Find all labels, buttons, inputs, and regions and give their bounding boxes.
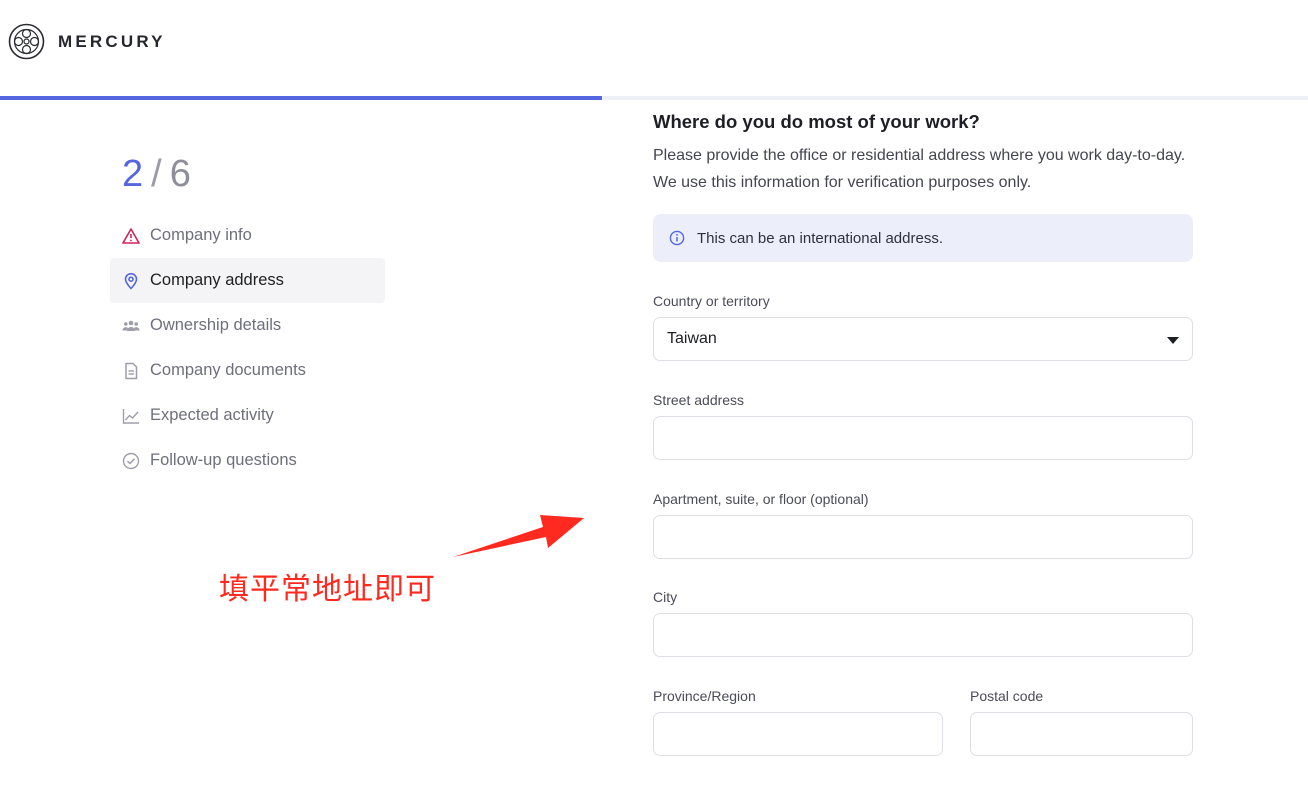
step-expected-activity[interactable]: Expected activity: [110, 393, 385, 438]
street-label: Street address: [653, 392, 745, 408]
step-label: Expected activity: [150, 406, 274, 424]
info-banner-text: This can be an international address.: [697, 229, 943, 247]
postal-code-input[interactable]: [970, 712, 1193, 756]
annotation-arrow-icon: [453, 515, 584, 557]
country-select-value: Taiwan: [667, 330, 717, 347]
form-description: Please provide the office or residential…: [653, 147, 1186, 191]
step-label: Follow-up questions: [150, 451, 297, 469]
step-label: Company documents: [150, 361, 306, 379]
street-address-input[interactable]: [653, 416, 1193, 460]
step-follow-up-questions[interactable]: Follow-up questions: [110, 438, 385, 483]
apartment-input[interactable]: [653, 515, 1193, 559]
info-banner: This can be an international address.: [653, 214, 1193, 262]
step-label: Company info: [150, 226, 252, 244]
check-circle-icon: [122, 452, 140, 470]
form-title: Where do you do most of your work?: [653, 111, 980, 132]
postal-code-label: Postal code: [970, 688, 1044, 704]
apartment-label: Apartment, suite, or floor (optional): [653, 491, 869, 507]
country-label: Country or territory: [653, 293, 770, 309]
document-icon: [122, 362, 140, 380]
people-icon: [122, 317, 140, 335]
step-label: Ownership details: [150, 316, 282, 334]
brand-logo[interactable]: MERCURY: [8, 23, 166, 60]
province-input[interactable]: [653, 712, 943, 756]
step-total: 6: [169, 153, 191, 195]
province-label: Province/Region: [653, 688, 756, 704]
annotation-note: 填平常地址即可: [219, 572, 436, 607]
progress-bar: [0, 96, 1308, 100]
step-separator: /: [151, 153, 162, 195]
step-counter: 2/6: [122, 153, 191, 196]
address-form: Where do you do most of your work? Pleas…: [653, 108, 1193, 262]
step-company-address[interactable]: Company address: [110, 258, 385, 303]
step-ownership-details[interactable]: Ownership details: [110, 303, 385, 348]
step-current: 2: [122, 153, 144, 195]
location-pin-icon: [122, 272, 140, 290]
city-label: City: [653, 589, 678, 605]
brand-name: MERCURY: [58, 31, 166, 51]
progress-bar-fill: [0, 96, 602, 100]
mercury-logo-icon: [8, 23, 45, 60]
city-input[interactable]: [653, 613, 1193, 657]
step-label: Company address: [150, 271, 284, 289]
country-select[interactable]: Taiwan: [653, 317, 1193, 361]
warning-icon: [122, 227, 140, 245]
caret-down-icon: [1167, 337, 1179, 344]
step-list: Company info Company address Ownership d…: [110, 213, 385, 483]
info-icon: [669, 230, 685, 246]
step-company-documents[interactable]: Company documents: [110, 348, 385, 393]
step-company-info[interactable]: Company info: [110, 213, 385, 258]
line-chart-icon: [122, 407, 140, 425]
